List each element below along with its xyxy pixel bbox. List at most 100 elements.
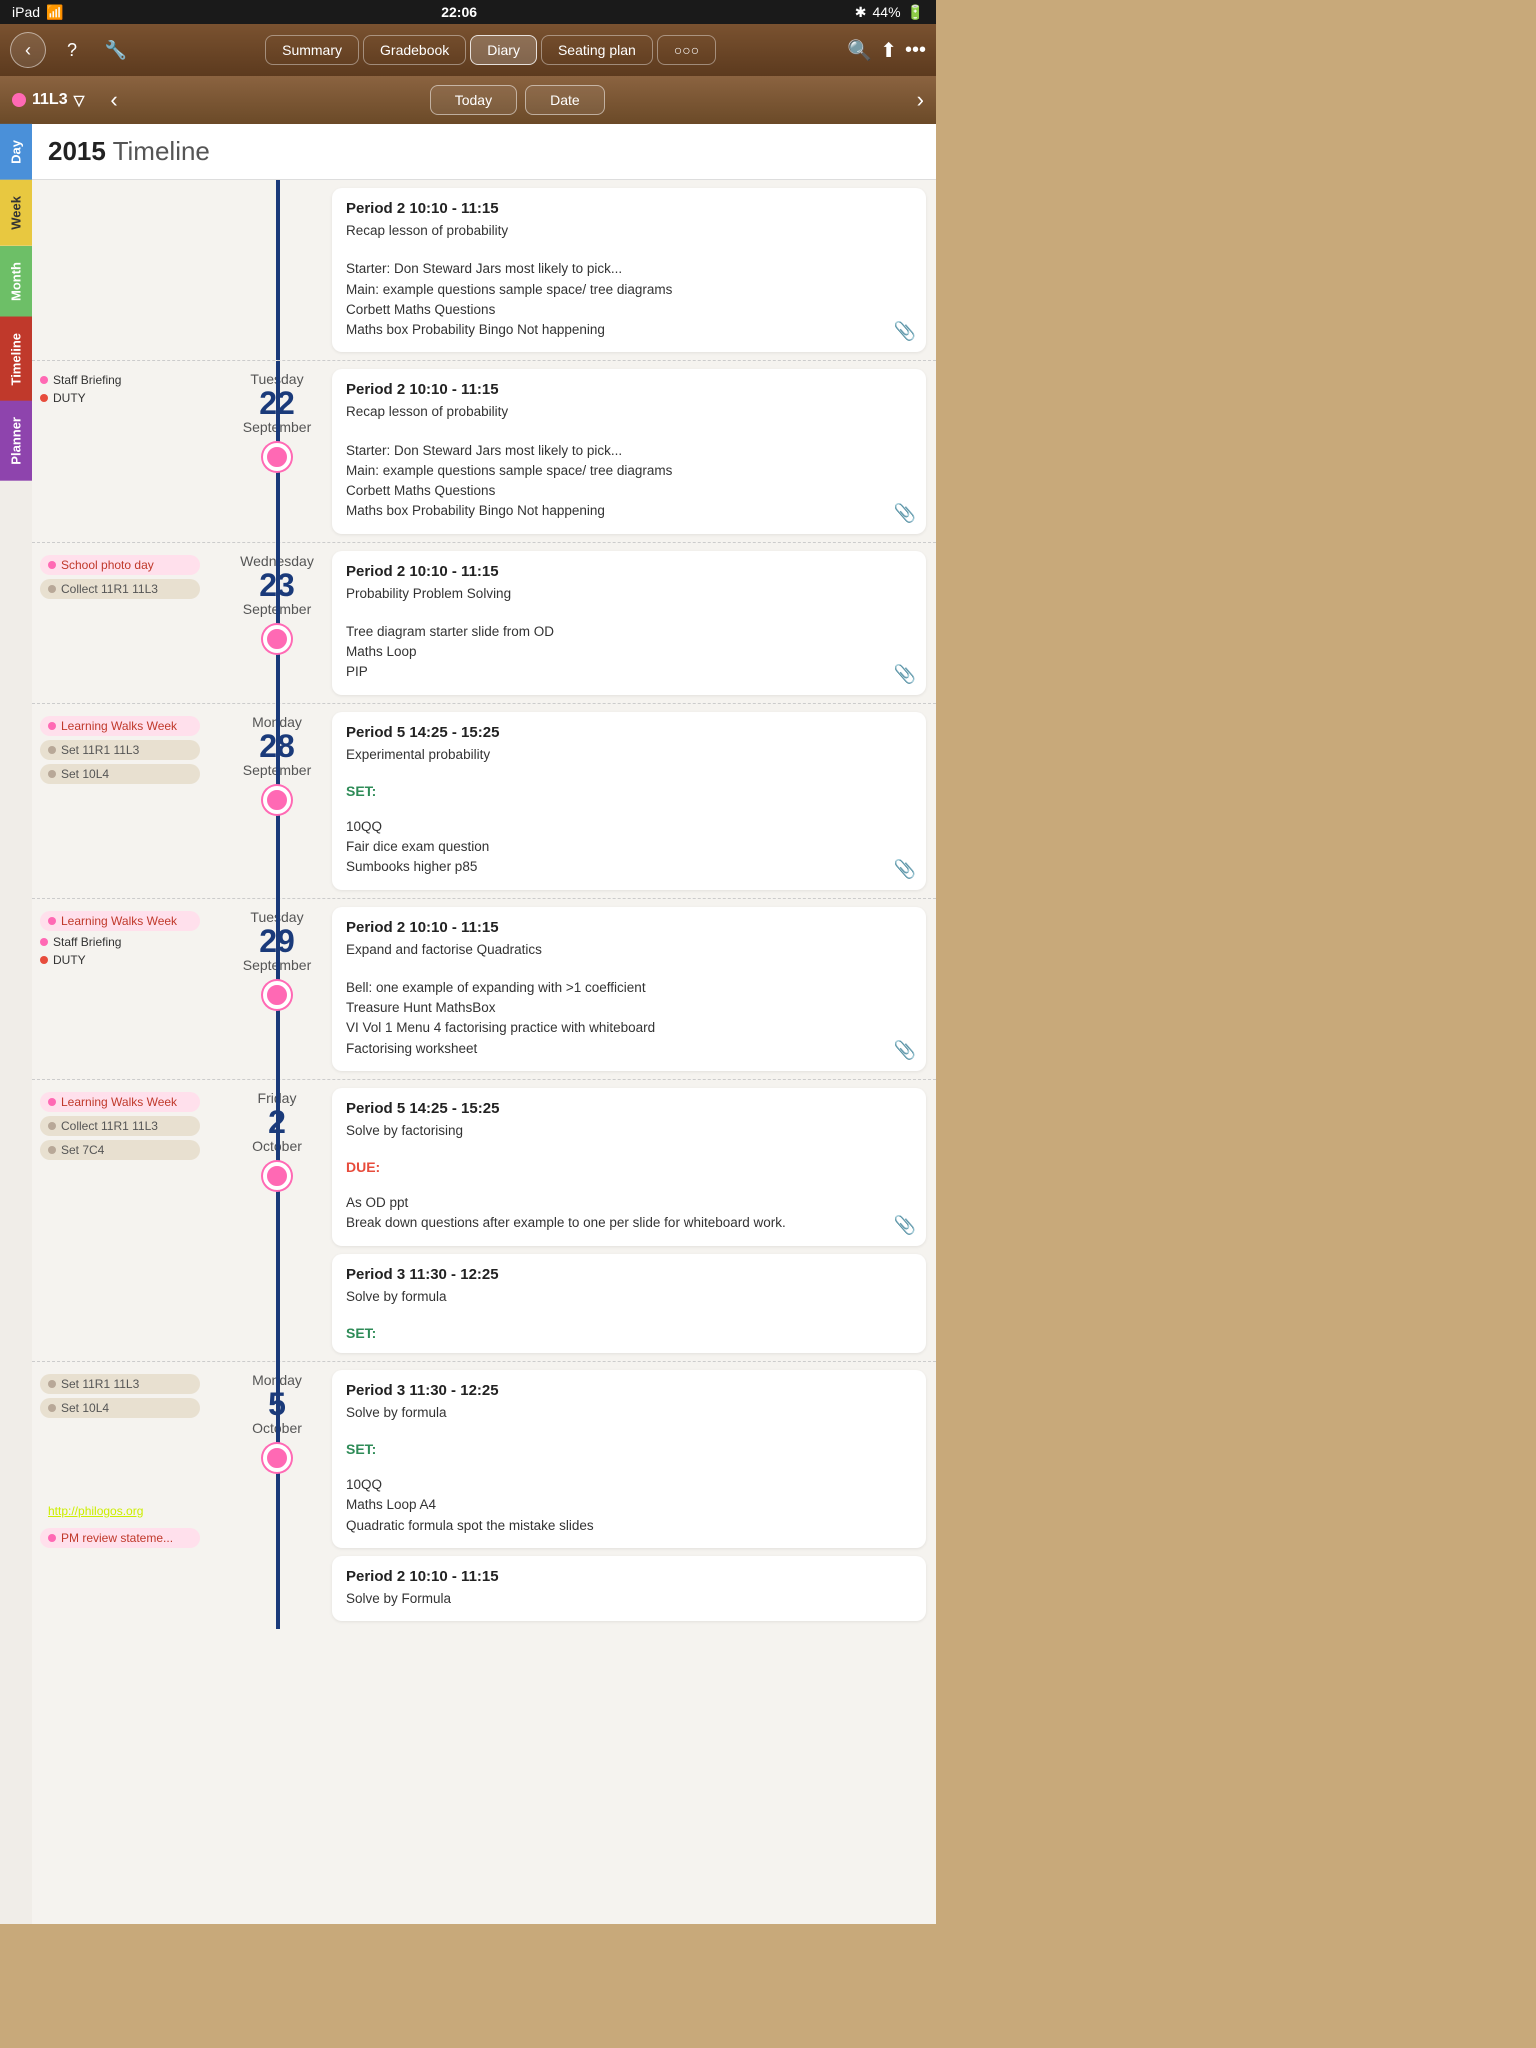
event-collect-11r1: Collect 11R1 11L3 bbox=[40, 579, 200, 599]
event-staff-briefing-sep22: Staff Briefing bbox=[40, 373, 224, 387]
card-oct5-p3: Period 3 11:30 - 12:25 Solve by formula … bbox=[332, 1370, 926, 1548]
card-sep28-p5: Period 5 14:25 - 15:25 Experimental prob… bbox=[332, 712, 926, 890]
filter-icon[interactable]: ▽ bbox=[74, 92, 85, 109]
timeline-circle-oct2 bbox=[263, 1162, 291, 1190]
cards-sep23: Period 2 10:10 - 11:15 Probability Probl… bbox=[322, 543, 936, 703]
event-duty-sep22: DUTY bbox=[40, 391, 224, 405]
timeline-row-oct5: Set 11R1 11L3 Set 10L4 http://philogos.o… bbox=[32, 1362, 936, 1629]
main-content: Day Week Month Timeline Planner 2015 Tim… bbox=[0, 124, 936, 1924]
bluetooth-icon: ✱ bbox=[855, 4, 867, 21]
event-set-11r1-sep28: Set 11R1 11L3 bbox=[40, 740, 200, 760]
top-card-title: Period 2 10:10 - 11:15 bbox=[346, 200, 912, 217]
sidebar-tab-week[interactable]: Week bbox=[0, 180, 32, 246]
paperclip-sep29: 📎 bbox=[894, 1040, 916, 1061]
back-button[interactable]: ‹ bbox=[10, 32, 46, 68]
timeline-circle-sep28 bbox=[263, 786, 291, 814]
help-button[interactable]: ? bbox=[54, 32, 90, 68]
card-oct5-p2: Period 2 10:10 - 11:15 Solve by Formula bbox=[332, 1556, 926, 1621]
status-bar: iPad 📶 22:06 ✱ 44% 🔋 bbox=[0, 0, 936, 24]
top-event-card: Period 2 10:10 - 11:15 Recap lesson of p… bbox=[332, 188, 926, 352]
status-time: 22:06 bbox=[441, 4, 477, 20]
card-sep29-p2: Period 2 10:10 - 11:15 Expand and factor… bbox=[332, 907, 926, 1071]
search-icon[interactable]: 🔍 bbox=[847, 38, 872, 63]
card-sep23-p2: Period 2 10:10 - 11:15 Probability Probl… bbox=[332, 551, 926, 695]
cards-sep29: Period 2 10:10 - 11:15 Expand and factor… bbox=[322, 899, 936, 1079]
dot-staff-briefing bbox=[40, 376, 48, 384]
tab-seating[interactable]: Seating plan bbox=[541, 35, 653, 65]
top-card-body: Starter: Don Steward Jars most likely to… bbox=[346, 259, 912, 340]
event-set-10l4-sep28: Set 10L4 bbox=[40, 764, 200, 784]
timeline-circle-sep22 bbox=[263, 443, 291, 471]
cards-oct2: Period 5 14:25 - 15:25 Solve by factoris… bbox=[322, 1080, 936, 1361]
sub-nav-center: Today Date bbox=[128, 85, 907, 115]
sidebar-tab-planner[interactable]: Planner bbox=[0, 401, 32, 481]
cards-sep28: Period 5 14:25 - 15:25 Experimental prob… bbox=[322, 704, 936, 898]
event-duty-sep29: DUTY bbox=[40, 953, 224, 967]
timeline-row-sep29: Learning Walks Week Staff Briefing DUTY … bbox=[32, 899, 936, 1080]
dot-duty bbox=[40, 394, 48, 402]
timeline-label: Timeline bbox=[113, 136, 210, 166]
events-sep29: Learning Walks Week Staff Briefing DUTY bbox=[32, 899, 232, 1079]
timeline-circle-oct5 bbox=[263, 1444, 291, 1472]
share-icon[interactable]: ⬆ bbox=[880, 38, 897, 63]
event-learning-walks-sep28: Learning Walks Week bbox=[40, 716, 200, 736]
tab-diary[interactable]: Diary bbox=[470, 35, 537, 65]
event-staff-briefing-sep29: Staff Briefing bbox=[40, 935, 224, 949]
timeline-circle-sep23 bbox=[263, 625, 291, 653]
timeline-area: 2015 Timeline Period 2 10:10 - 11:15 Rec… bbox=[32, 124, 936, 1924]
sidebar-tab-timeline[interactable]: Timeline bbox=[0, 317, 32, 402]
today-button[interactable]: Today bbox=[430, 85, 517, 115]
events-sep22: Staff Briefing DUTY bbox=[32, 361, 232, 541]
class-label: 11L3 bbox=[32, 91, 68, 109]
paperclip-sep28: 📎 bbox=[894, 859, 916, 880]
paperclip-sep23: 📎 bbox=[894, 664, 916, 685]
battery-icon: 🔋 bbox=[907, 4, 924, 21]
top-card-subtitle: Recap lesson of probability bbox=[346, 221, 912, 241]
paperclip-sep22: 📎 bbox=[894, 503, 916, 524]
event-learning-walks-oct2: Learning Walks Week bbox=[40, 1092, 200, 1112]
top-right-cards: Period 2 10:10 - 11:15 Recap lesson of p… bbox=[322, 180, 936, 360]
sidebar-tabs: Day Week Month Timeline Planner bbox=[0, 124, 32, 1924]
tab-more[interactable]: ○○○ bbox=[657, 35, 716, 65]
settings-button[interactable]: 🔧 bbox=[98, 32, 134, 68]
tab-gradebook[interactable]: Gradebook bbox=[363, 35, 466, 65]
event-set-10l4-oct5: Set 10L4 bbox=[40, 1398, 200, 1418]
year-header: 2015 Timeline bbox=[32, 124, 936, 180]
ipad-label: iPad bbox=[12, 4, 40, 20]
event-photo-day: School photo day bbox=[40, 555, 200, 575]
timeline-circle-sep29 bbox=[263, 981, 291, 1009]
sub-nav: 11L3 ▽ ‹ Today Date › bbox=[0, 76, 936, 124]
timeline-row-sep28: Learning Walks Week Set 11R1 11L3 Set 10… bbox=[32, 704, 936, 899]
timeline-row-oct2: Learning Walks Week Collect 11R1 11L3 Se… bbox=[32, 1080, 936, 1362]
date-button[interactable]: Date bbox=[525, 85, 605, 115]
tab-summary[interactable]: Summary bbox=[265, 35, 359, 65]
full-timeline: Staff Briefing DUTY Tuesday 22 September… bbox=[32, 361, 936, 1629]
nav-bar: ‹ ? 🔧 Summary Gradebook Diary Seating pl… bbox=[0, 24, 936, 76]
events-oct2: Learning Walks Week Collect 11R1 11L3 Se… bbox=[32, 1080, 232, 1361]
battery-label: 44% bbox=[873, 4, 901, 20]
class-dot bbox=[12, 93, 26, 107]
philogos-link[interactable]: http://philogos.org bbox=[40, 1500, 151, 1522]
overflow-icon[interactable]: ••• bbox=[905, 39, 926, 62]
cards-oct5: Period 3 11:30 - 12:25 Solve by formula … bbox=[322, 1362, 936, 1629]
class-badge: 11L3 ▽ bbox=[12, 91, 84, 109]
nav-tabs: Summary Gradebook Diary Seating plan ○○○ bbox=[142, 35, 839, 65]
paperclip-oct2-p5: 📎 bbox=[894, 1215, 916, 1236]
paperclip-icon: 📎 bbox=[894, 321, 916, 342]
events-oct5: Set 11R1 11L3 Set 10L4 http://philogos.o… bbox=[32, 1362, 232, 1629]
sidebar-tab-day[interactable]: Day bbox=[0, 124, 32, 180]
sidebar-tab-month[interactable]: Month bbox=[0, 246, 32, 317]
card-sep22-p2: Period 2 10:10 - 11:15 Recap lesson of p… bbox=[332, 369, 926, 533]
prev-arrow[interactable]: ‹ bbox=[110, 87, 117, 113]
event-learning-walks-sep29: Learning Walks Week bbox=[40, 911, 200, 931]
event-pm-review: PM review stateme... bbox=[40, 1528, 200, 1548]
events-sep23: School photo day Collect 11R1 11L3 bbox=[32, 543, 232, 703]
timeline-row-sep23: School photo day Collect 11R1 11L3 Wedne… bbox=[32, 543, 936, 704]
status-right: ✱ 44% 🔋 bbox=[855, 4, 924, 21]
status-left: iPad 📶 bbox=[12, 4, 63, 21]
cards-sep22: Period 2 10:10 - 11:15 Recap lesson of p… bbox=[322, 361, 936, 541]
next-arrow[interactable]: › bbox=[917, 87, 924, 113]
top-left-events bbox=[32, 180, 232, 360]
event-set-11r1-oct5: Set 11R1 11L3 bbox=[40, 1374, 200, 1394]
events-sep28: Learning Walks Week Set 11R1 11L3 Set 10… bbox=[32, 704, 232, 898]
